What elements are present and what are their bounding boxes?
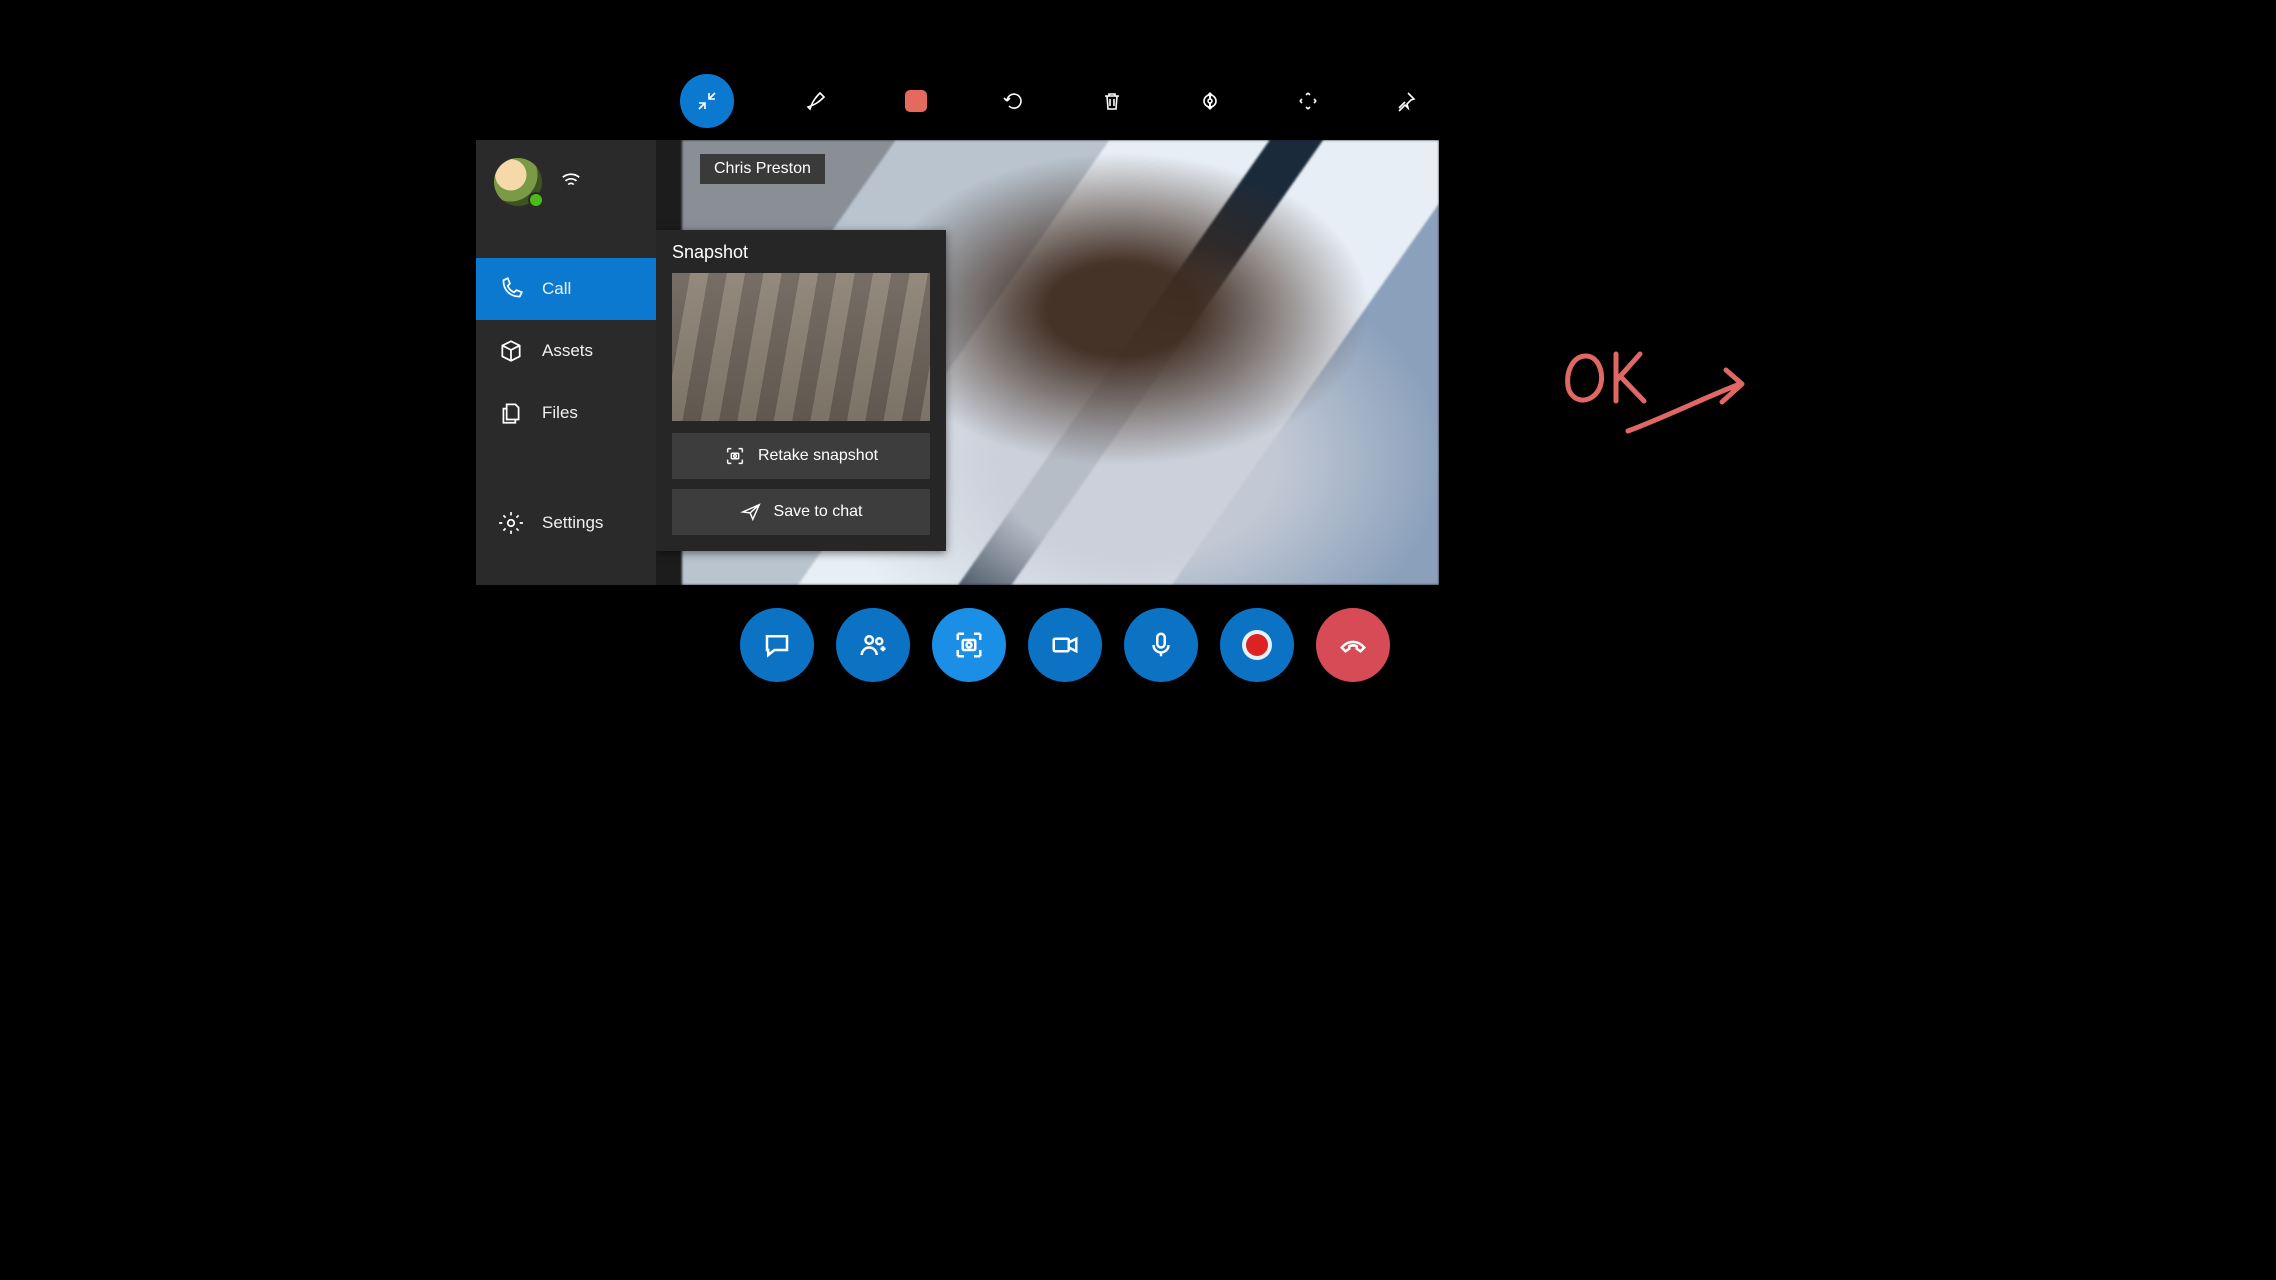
nav: Call Assets Files: [476, 258, 656, 444]
record-indicator-icon: [1246, 634, 1268, 656]
expand-icon[interactable]: [1294, 87, 1322, 115]
nav-bottom: Settings: [476, 492, 656, 554]
sidebar-item-call[interactable]: Call: [476, 258, 656, 320]
send-icon: [740, 501, 762, 523]
record-button[interactable]: [1220, 608, 1294, 682]
save-to-chat-button[interactable]: Save to chat: [672, 489, 930, 535]
trash-icon[interactable]: [1098, 87, 1126, 115]
sidebar-item-label: Call: [542, 279, 571, 299]
camera-frame-icon: [724, 445, 746, 467]
minimize-icon[interactable]: [680, 74, 734, 128]
sidebar-item-label: Assets: [542, 341, 593, 361]
app-window: Call Assets Files Settings: [476, 140, 1439, 585]
snapshot-popover: Snapshot Retake snapshot Save to chat: [656, 230, 946, 551]
sidebar-item-files[interactable]: Files: [476, 382, 656, 444]
video-toggle-button[interactable]: [1028, 608, 1102, 682]
files-icon: [498, 400, 524, 426]
stop-icon[interactable]: [902, 87, 930, 115]
chat-button[interactable]: [740, 608, 814, 682]
pin-icon[interactable]: [1392, 87, 1420, 115]
sidebar-item-assets[interactable]: Assets: [476, 320, 656, 382]
main-area: Chris Preston Snapshot Retake snapshot S…: [656, 140, 1439, 585]
sidebar: Call Assets Files Settings: [476, 140, 656, 585]
stage: Call Assets Files Settings: [410, 0, 1866, 816]
phone-icon: [498, 276, 524, 302]
snapshot-thumbnail[interactable]: [672, 273, 930, 421]
retake-snapshot-button[interactable]: Retake snapshot: [672, 433, 930, 479]
box-icon: [498, 338, 524, 364]
sidebar-item-label: Files: [542, 403, 578, 423]
handwritten-annotation: [1558, 336, 1758, 446]
participant-name-tag: Chris Preston: [700, 154, 825, 184]
call-toolbar: [740, 608, 1390, 682]
snapshot-title: Snapshot: [672, 242, 930, 263]
snapshot-button[interactable]: [932, 608, 1006, 682]
save-label: Save to chat: [774, 503, 863, 521]
undo-icon[interactable]: [1000, 87, 1028, 115]
sidebar-item-label: Settings: [542, 513, 603, 533]
wifi-icon: [560, 169, 582, 196]
mic-toggle-button[interactable]: [1124, 608, 1198, 682]
end-call-button[interactable]: [1316, 608, 1390, 682]
avatar[interactable]: [494, 158, 542, 206]
sidebar-item-settings[interactable]: Settings: [476, 492, 656, 554]
target-icon[interactable]: [1196, 87, 1224, 115]
participant-name: Chris Preston: [714, 160, 811, 177]
avatar-row: [476, 140, 656, 218]
top-toolbar: [680, 74, 1420, 128]
retake-label: Retake snapshot: [758, 447, 878, 465]
add-participant-button[interactable]: [836, 608, 910, 682]
presence-indicator: [528, 192, 544, 208]
pen-icon[interactable]: [804, 87, 832, 115]
gear-icon: [498, 510, 524, 536]
